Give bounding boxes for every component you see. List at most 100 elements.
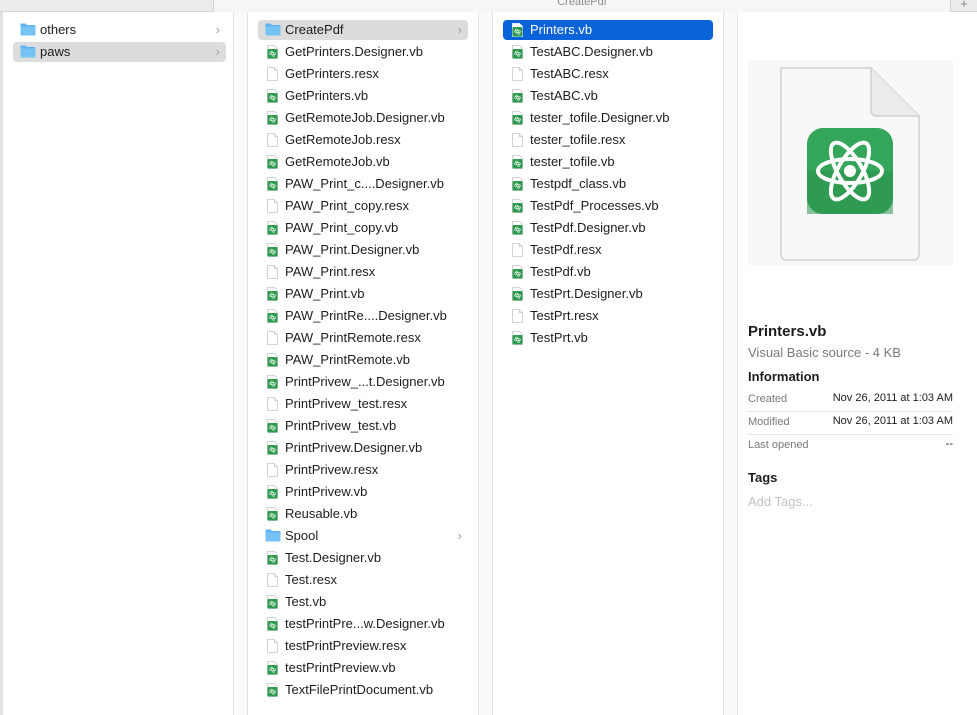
- preview-file-kind: Visual Basic source - 4 KB: [748, 345, 901, 360]
- file-item-test-vb[interactable]: Test.vb: [258, 592, 468, 612]
- new-tab-button[interactable]: +: [951, 0, 977, 12]
- item-label: Spool: [285, 528, 319, 543]
- file-item-getremotejob-vb[interactable]: GetRemoteJob.vb: [258, 152, 468, 172]
- item-label: GetPrinters.vb: [285, 88, 369, 103]
- file-item-paw-printremote-vb[interactable]: PAW_PrintRemote.vb: [258, 350, 468, 370]
- vb-file-icon: [267, 89, 278, 103]
- file-item-testprintpreview-resx[interactable]: testPrintPreview.resx: [258, 636, 468, 656]
- file-item-testabc-vb[interactable]: TestABC.vb: [503, 86, 713, 106]
- add-tags-input[interactable]: [748, 492, 953, 510]
- vb-file-icon: [267, 287, 278, 301]
- modified-value: Nov 26, 2011 at 1:03 AM: [832, 415, 953, 427]
- tab-createpdf[interactable]: CreatePdf: [213, 0, 951, 12]
- vb-file-icon: [267, 485, 278, 499]
- file-item-getprinters-vb[interactable]: GetPrinters.vb: [258, 86, 468, 106]
- folder-item-createpdf[interactable]: CreatePdf ›: [258, 20, 468, 40]
- file-item-testprintpre-w-designer-vb[interactable]: testPrintPre...w.Designer.vb: [258, 614, 468, 634]
- file-item-printprivew-vb[interactable]: PrintPrivew.vb: [258, 482, 468, 502]
- column-divider[interactable]: [723, 12, 738, 715]
- file-item-testprt-resx[interactable]: TestPrt.resx: [503, 306, 713, 326]
- file-item-paw-print-copy-vb[interactable]: PAW_Print_copy.vb: [258, 218, 468, 238]
- information-heading: Information: [748, 369, 820, 384]
- file-item-testpdf-processes-vb[interactable]: TestPdf_Processes.vb: [503, 196, 713, 216]
- file-item-getprinters-resx[interactable]: GetPrinters.resx: [258, 64, 468, 84]
- file-item-test-resx[interactable]: Test.resx: [258, 570, 468, 590]
- last-opened-value: --: [945, 438, 953, 450]
- file-item-printprivew-designer-vb[interactable]: PrintPrivew.Designer.vb: [258, 438, 468, 458]
- file-item-testpdf-resx[interactable]: TestPdf.resx: [503, 240, 713, 260]
- file-item-tester-tofile-vb[interactable]: tester_tofile.vb: [503, 152, 713, 172]
- item-label: Test.vb: [285, 594, 327, 609]
- document-icon: [267, 331, 278, 345]
- file-item-paw-print-c-designer-vb[interactable]: PAW_Print_c....Designer.vb: [258, 174, 468, 194]
- created-value: Nov 26, 2011 at 1:03 AM: [832, 392, 953, 404]
- file-item-printprivew-test-resx[interactable]: PrintPrivew_test.resx: [258, 394, 468, 414]
- vb-file-icon: [512, 287, 523, 301]
- file-item-testpdf-class-vb[interactable]: Testpdf_class.vb: [503, 174, 713, 194]
- item-label: CreatePdf: [285, 22, 344, 37]
- file-item-paw-print-copy-resx[interactable]: PAW_Print_copy.resx: [258, 196, 468, 216]
- file-item-paw-print-vb[interactable]: PAW_Print.vb: [258, 284, 468, 304]
- item-label: GetPrinters.Designer.vb: [285, 44, 424, 59]
- vb-file-icon: [267, 661, 278, 675]
- tab-bar: CreatePdf +: [0, 0, 977, 12]
- file-item-printprivew-resx[interactable]: PrintPrivew.resx: [258, 460, 468, 480]
- file-item-testabc-resx[interactable]: TestABC.resx: [503, 64, 713, 84]
- file-item-getremotejob-resx[interactable]: GetRemoteJob.resx: [258, 130, 468, 150]
- modified-label: Modified: [748, 416, 790, 428]
- file-item-printprivew-t-designer-vb[interactable]: PrintPrivew_...t.Designer.vb: [258, 372, 468, 392]
- document-icon: [267, 397, 278, 411]
- file-item-testprt-designer-vb[interactable]: TestPrt.Designer.vb: [503, 284, 713, 304]
- file-item-reusable-vb[interactable]: Reusable.vb: [258, 504, 468, 524]
- vb-file-icon: [512, 331, 523, 345]
- folder-icon: [265, 529, 281, 542]
- file-item-testprt-vb[interactable]: TestPrt.vb: [503, 328, 713, 348]
- chevron-right-icon: ›: [457, 528, 462, 543]
- column-1[interactable]: others › paws ›: [0, 12, 233, 715]
- file-item-test-designer-vb[interactable]: Test.Designer.vb: [258, 548, 468, 568]
- file-item-printers-vb[interactable]: Printers.vb: [503, 20, 713, 40]
- document-icon: [267, 573, 278, 587]
- document-icon: [512, 133, 523, 147]
- item-label: Test.Designer.vb: [285, 550, 382, 565]
- file-item-testpdf-vb[interactable]: TestPdf.vb: [503, 262, 713, 282]
- item-label: testPrintPre...w.Designer.vb: [285, 616, 445, 631]
- item-label: PAW_PrintRemote.vb: [285, 352, 410, 367]
- divider: [748, 411, 953, 412]
- vb-file-icon: [512, 265, 523, 279]
- file-item-testabc-designer-vb[interactable]: TestABC.Designer.vb: [503, 42, 713, 62]
- divider: [748, 434, 953, 435]
- column-2[interactable]: CreatePdf › GetPrinters.Designer.vb GetPrin…: [248, 12, 478, 715]
- item-label: PrintPrivew.resx: [285, 462, 379, 477]
- file-item-paw-print-resx[interactable]: PAW_Print.resx: [258, 262, 468, 282]
- column-divider[interactable]: [478, 12, 493, 715]
- item-label: TestABC.Designer.vb: [530, 44, 653, 59]
- folder-item-spool[interactable]: Spool ›: [258, 526, 468, 546]
- file-item-paw-print-designer-vb[interactable]: PAW_Print.Designer.vb: [258, 240, 468, 260]
- item-label: testPrintPreview.vb: [285, 660, 396, 675]
- item-label: TestPdf.vb: [530, 264, 591, 279]
- file-item-getremotejob-designer-vb[interactable]: GetRemoteJob.Designer.vb: [258, 108, 468, 128]
- file-item-testpdf-designer-vb[interactable]: TestPdf.Designer.vb: [503, 218, 713, 238]
- document-icon: [512, 309, 523, 323]
- file-item-textfileprintdocument-vb[interactable]: TextFilePrintDocument.vb: [258, 680, 468, 700]
- chevron-right-icon: ›: [215, 22, 220, 37]
- vb-file-icon: [512, 177, 523, 191]
- item-label: TestABC.vb: [530, 88, 598, 103]
- file-item-printprivew-test-vb[interactable]: PrintPrivew_test.vb: [258, 416, 468, 436]
- chevron-right-icon: ›: [457, 22, 462, 37]
- folder-item-paws[interactable]: paws ›: [13, 42, 226, 62]
- file-item-paw-printremote-resx[interactable]: PAW_PrintRemote.resx: [258, 328, 468, 348]
- file-item-testprintpreview-vb[interactable]: testPrintPreview.vb: [258, 658, 468, 678]
- folder-item-others[interactable]: others ›: [13, 20, 226, 40]
- vb-file-icon: [267, 683, 278, 697]
- file-item-paw-printre-designer-vb[interactable]: PAW_PrintRe....Designer.vb: [258, 306, 468, 326]
- file-item-getprinters-designer-vb[interactable]: GetPrinters.Designer.vb: [258, 42, 468, 62]
- vb-file-icon: [267, 177, 278, 191]
- column-divider[interactable]: [233, 12, 248, 715]
- file-item-tester-tofile-resx[interactable]: tester_tofile.resx: [503, 130, 713, 150]
- file-item-tester-tofile-designer-vb[interactable]: tester_tofile.Designer.vb: [503, 108, 713, 128]
- column-3[interactable]: Printers.vb TestABC.Designer.vb TestABC.re…: [493, 12, 723, 715]
- document-icon: [267, 67, 278, 81]
- item-label: tester_tofile.resx: [530, 132, 626, 147]
